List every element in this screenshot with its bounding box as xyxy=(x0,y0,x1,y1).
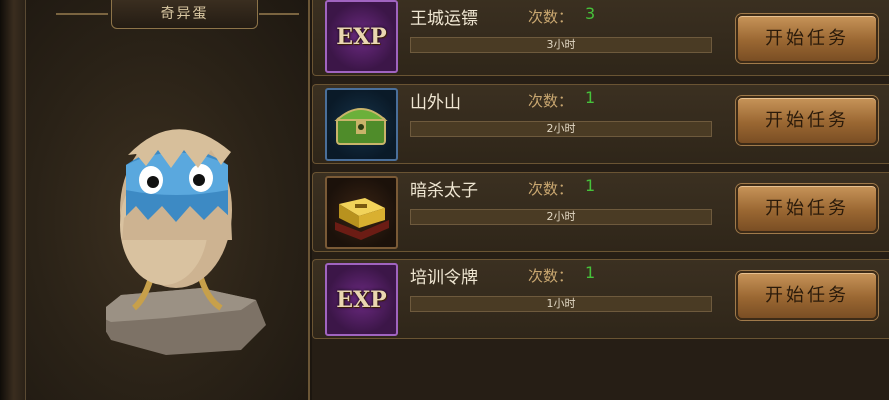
gold-box-graphic xyxy=(335,198,389,240)
exp-icon-label: EXP xyxy=(336,23,387,50)
duration-bar: 2小时 xyxy=(410,121,712,137)
green-treasure-chest-icon xyxy=(325,88,398,161)
pet-title: 奇异蛋 xyxy=(111,0,258,29)
count-label: 次数： xyxy=(528,267,574,285)
exp-icon: EXP xyxy=(325,263,398,336)
duration-bar: 1小时 xyxy=(410,296,712,312)
exp-icon: EXP xyxy=(325,0,398,73)
exp-icon-label: EXP xyxy=(336,286,387,313)
start-task-button[interactable]: 开始任务 xyxy=(736,184,878,233)
title-deco-left xyxy=(56,13,108,15)
gold-box-icon xyxy=(325,176,398,249)
task-name: 培训令牌 xyxy=(410,268,478,288)
pet-panel: 奇异蛋 xyxy=(26,0,310,400)
count-value: 1 xyxy=(585,88,596,107)
task-name: 山外山 xyxy=(410,93,461,113)
duration-text: 1小时 xyxy=(546,297,576,310)
duration-text: 2小时 xyxy=(546,122,576,135)
count-label: 次数： xyxy=(528,180,574,198)
title-deco-right xyxy=(259,13,299,15)
start-task-button[interactable]: 开始任务 xyxy=(736,14,878,63)
chest-graphic xyxy=(334,108,388,145)
count-label: 次数： xyxy=(528,92,574,110)
task-row: EXP 培训令牌 次数： 1 1小时 开始任务 xyxy=(312,259,889,339)
task-name: 暗杀太子 xyxy=(410,181,478,201)
count-value: 3 xyxy=(585,4,596,23)
start-task-button[interactable]: 开始任务 xyxy=(736,271,878,320)
task-name: 王城运镖 xyxy=(410,9,478,29)
task-row: 暗杀太子 次数： 1 2小时 开始任务 xyxy=(312,172,889,252)
duration-text: 2小时 xyxy=(546,210,576,223)
left-frame-border xyxy=(0,0,26,400)
strange-egg-pet-image xyxy=(106,129,266,355)
start-task-button[interactable]: 开始任务 xyxy=(736,96,878,145)
count-value: 1 xyxy=(585,176,596,195)
count-label: 次数： xyxy=(528,8,574,26)
count-value: 1 xyxy=(585,263,596,282)
task-row: 山外山 次数： 1 2小时 开始任务 xyxy=(312,84,889,164)
task-list: EXP 王城运镖 次数： 3 3小时 开始任务 山外山 次数： 1 2小时 开始… xyxy=(312,0,889,400)
duration-text: 3小时 xyxy=(546,38,576,51)
task-row: EXP 王城运镖 次数： 3 3小时 开始任务 xyxy=(312,0,889,76)
duration-bar: 2小时 xyxy=(410,209,712,225)
duration-bar: 3小时 xyxy=(410,37,712,53)
